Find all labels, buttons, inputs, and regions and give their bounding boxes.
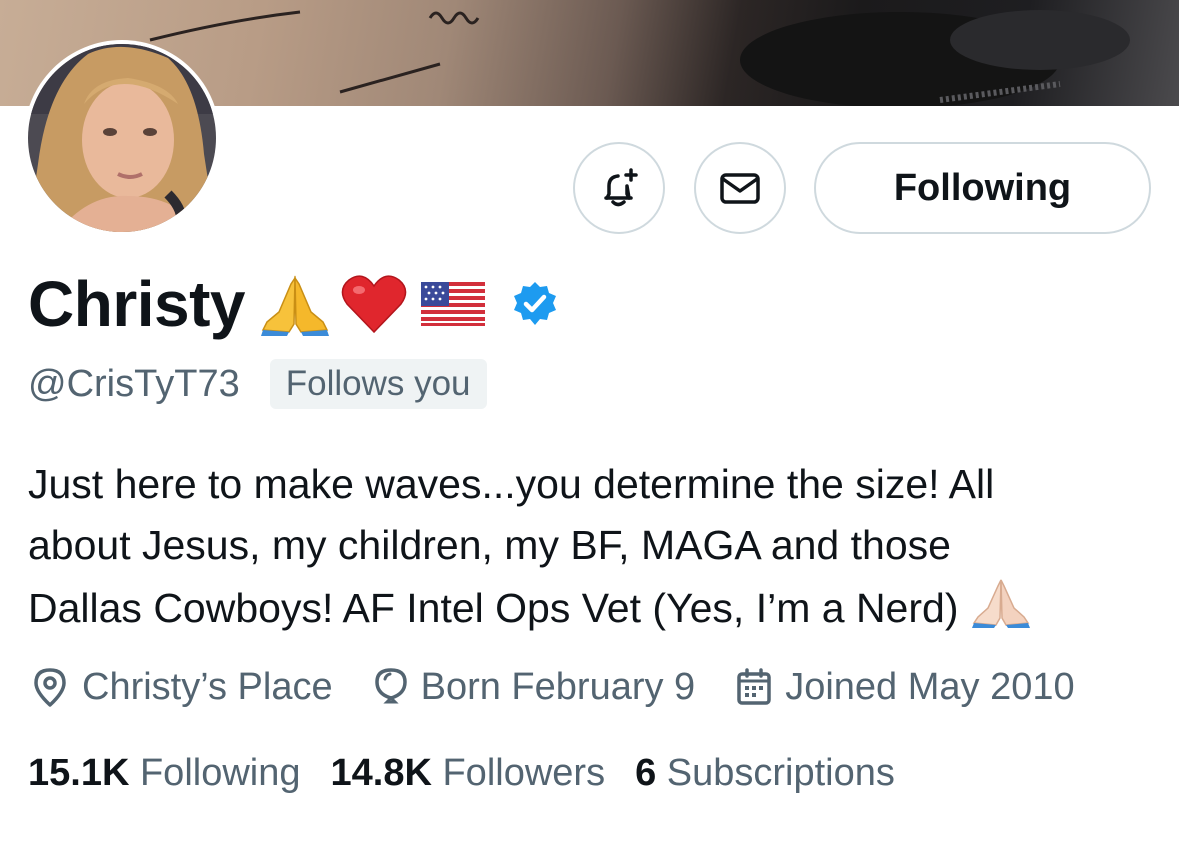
followers-count: 14.8K (330, 751, 432, 794)
joined-item: Joined May 2010 (735, 665, 1075, 709)
praying-hands-icon (261, 272, 329, 336)
profile-name-row: Christy (28, 268, 559, 340)
location-pin-icon (34, 668, 66, 707)
bio-line: Dallas Cowboys! AF Intel Ops Vet (Yes, I… (28, 576, 1148, 645)
subscriptions-label: Subscriptions (666, 751, 895, 794)
bio-line: Just here to make waves...you determine … (28, 461, 995, 507)
profile-stats-row: 15.1K Following 14.8K Followers 6 Subscr… (28, 746, 925, 800)
avatar-image (28, 44, 216, 232)
profile-bio: Just here to make waves...you determine … (28, 454, 1148, 645)
birthday-text: Born February 9 (420, 665, 696, 708)
following-button-label: Following (893, 166, 1072, 209)
following-label: Following (139, 751, 301, 794)
birthday-item: Born February 9 (373, 665, 696, 709)
location-text: Christy’s Place (82, 665, 333, 708)
bio-line-text: Dallas Cowboys! AF Intel Ops Vet (Yes, I… (28, 585, 959, 631)
verified-badge-icon[interactable] (511, 280, 559, 328)
handle-row: @CrisTyT73 Follows you (28, 358, 487, 410)
calendar-icon (737, 668, 771, 705)
subscriptions-stat-link[interactable]: 6 Subscriptions (635, 752, 895, 795)
red-heart-icon (341, 274, 407, 334)
joined-text: Joined May 2010 (785, 665, 1075, 708)
location-item: Christy’s Place (30, 666, 333, 709)
bio-line: about Jesus, my children, my BF, MAGA an… (28, 522, 951, 568)
balloon-icon (374, 668, 407, 704)
profile-meta-row: Christy’s Place Born February 9 Joined M… (30, 660, 1115, 714)
following-stat-link[interactable]: 15.1K Following (28, 752, 301, 795)
following-count: 15.1K (28, 751, 130, 794)
followers-label: Followers (442, 751, 606, 794)
following-button[interactable]: Following (814, 142, 1151, 234)
praying-hands-light-icon (972, 576, 1031, 645)
message-button[interactable] (694, 142, 786, 234)
subscriptions-count: 6 (635, 751, 657, 794)
bell-plus-icon (604, 168, 638, 207)
user-handle: @CrisTyT73 (28, 362, 240, 405)
avatar[interactable] (28, 44, 216, 232)
envelope-icon (720, 173, 760, 204)
follows-you-badge: Follows you (269, 359, 487, 409)
notify-bell-button[interactable] (573, 142, 665, 234)
us-flag-icon (421, 282, 485, 326)
followers-stat-link[interactable]: 14.8K Followers (331, 752, 606, 795)
display-name: Christy (28, 268, 246, 340)
